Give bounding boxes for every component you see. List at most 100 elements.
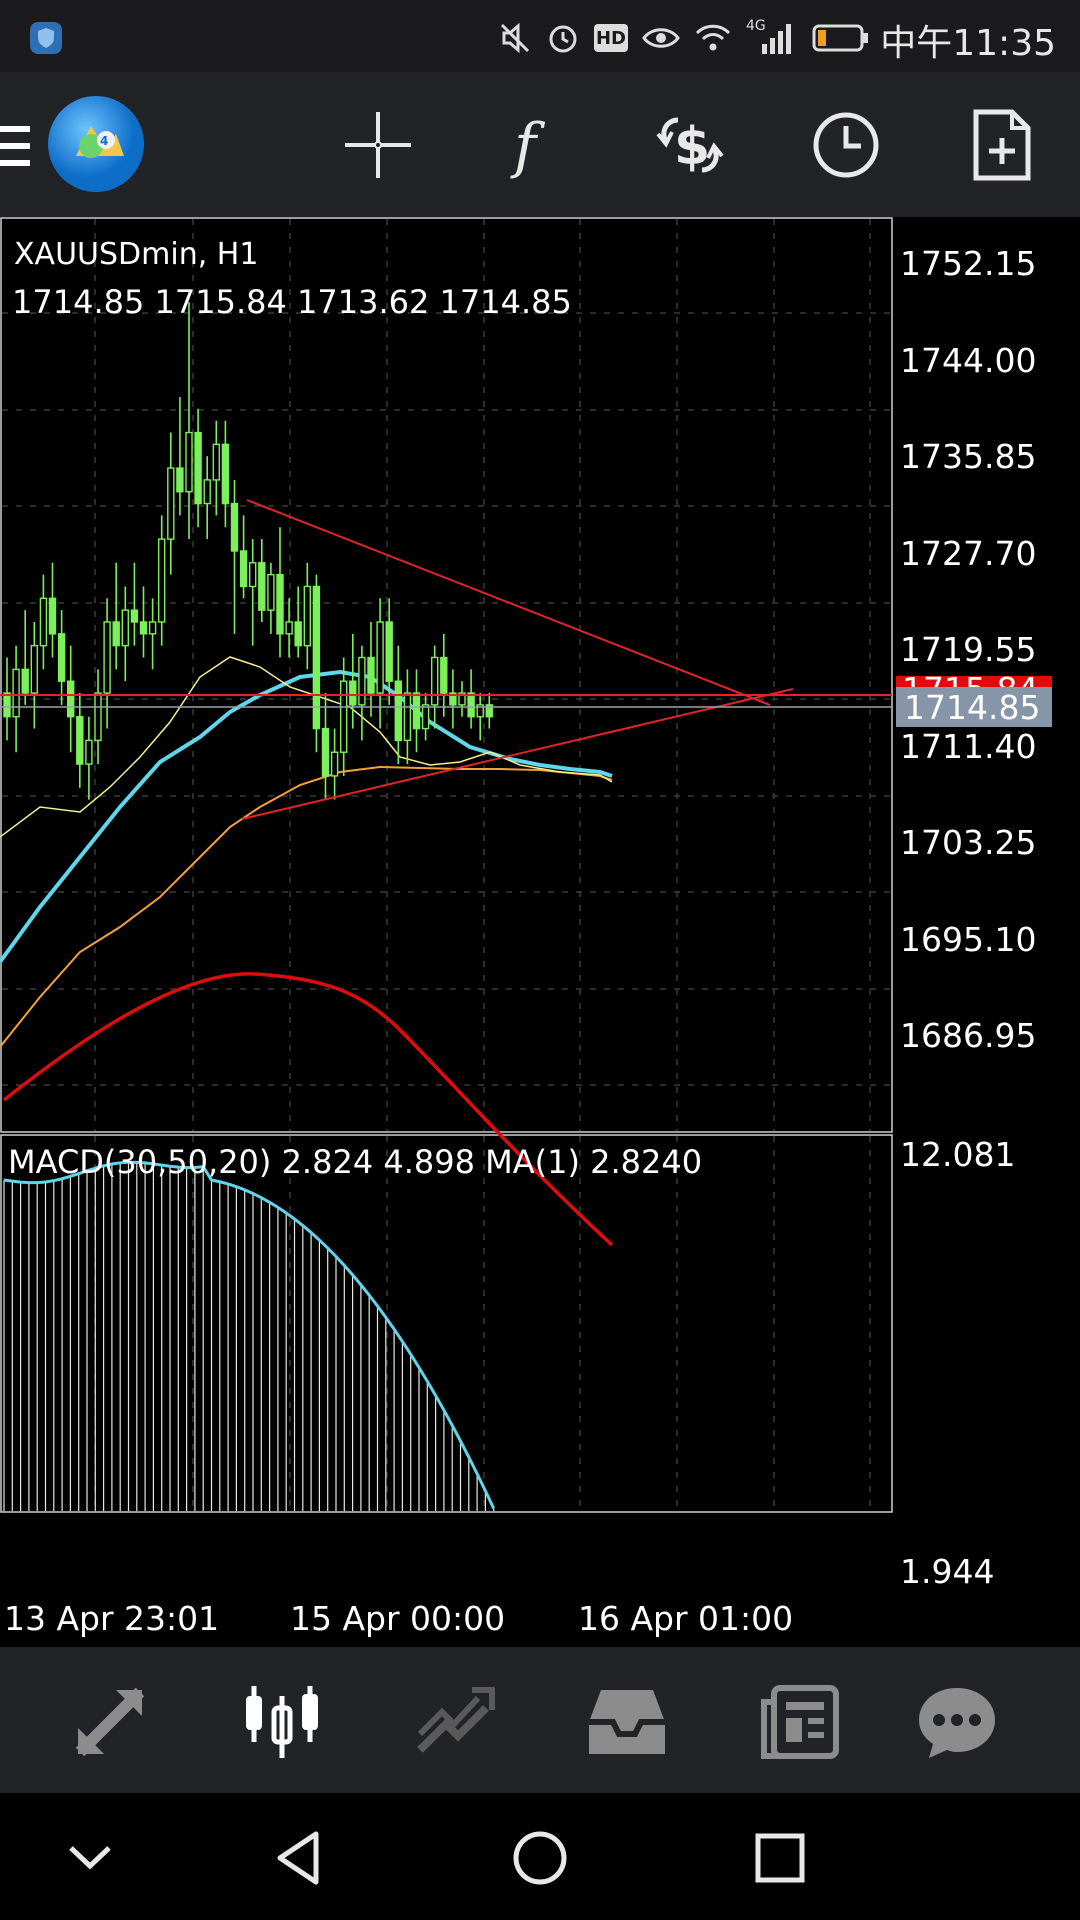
candle-body: [467, 692, 475, 718]
chart-area[interactable]: XAUUSDmin, H1 1714.85 1715.84 1713.62 17…: [0, 217, 1080, 1647]
candle-body: [376, 621, 384, 694]
function-icon: f: [510, 111, 546, 180]
candle-body: [30, 644, 38, 694]
battery-icon: [812, 24, 868, 52]
price-tick: 1752.15: [900, 244, 1037, 283]
status-bar: HD 4G 中午11:35: [0, 0, 1080, 72]
candle-body: [103, 621, 111, 694]
candle-body: [112, 621, 120, 647]
ma-slow-line: [0, 765, 613, 1048]
candle-body: [3, 692, 11, 718]
menu-icon[interactable]: [0, 122, 32, 170]
nav-chart[interactable]: [237, 1677, 327, 1767]
candle-body: [76, 716, 84, 765]
candle-body: [167, 467, 175, 540]
candle-body: [185, 431, 193, 493]
chat-icon: [919, 1688, 995, 1758]
nav-chat[interactable]: [912, 1677, 1002, 1767]
current-price-tag: 1714.85: [896, 687, 1052, 727]
macd-tick: 1.944: [900, 1552, 995, 1591]
candle-body: [248, 562, 257, 588]
eye-icon: [642, 28, 680, 48]
collapse-icon: [69, 1846, 111, 1870]
quotes-icon: [75, 1687, 145, 1757]
candle-body: [157, 538, 166, 623]
price-tick: 1719.55: [900, 630, 1037, 669]
candle-body: [48, 597, 57, 635]
candle-body: [130, 609, 139, 623]
price-tick: 1686.95: [900, 1016, 1037, 1055]
shield-icon: [30, 22, 62, 54]
history-icon: [589, 1690, 665, 1754]
recents-button[interactable]: [745, 1823, 815, 1893]
candle-body: [230, 502, 239, 552]
price-tick: 1735.85: [900, 437, 1037, 476]
wifi-icon: [695, 24, 731, 51]
candle-body: [121, 609, 130, 647]
toolbar: 4 f $: [0, 72, 1080, 217]
home-button[interactable]: [505, 1823, 575, 1893]
candle-body: [412, 692, 421, 730]
candle-body: [303, 585, 311, 647]
candle-body: [367, 656, 375, 694]
candle-body: [94, 692, 102, 742]
candle-body: [212, 443, 221, 481]
candle-body: [340, 680, 348, 753]
candle-body: [276, 573, 284, 635]
candle-body: [148, 621, 157, 635]
indicators-button[interactable]: f: [489, 100, 579, 190]
nav-history[interactable]: [582, 1677, 672, 1767]
candle-body: [431, 656, 439, 706]
candle-body: [39, 597, 48, 647]
chart-grid: [2, 219, 891, 1511]
macd-label: MACD(30,50,20) 2.824 4.898 MA(1) 2.8240: [8, 1143, 703, 1181]
candle-body: [267, 573, 275, 611]
crosshair-button[interactable]: [333, 100, 423, 190]
date-tick: 13 Apr 23:01: [4, 1599, 220, 1638]
back-button[interactable]: [263, 1823, 333, 1893]
macd-tick: 12.081: [900, 1135, 1016, 1174]
trade-button[interactable]: $: [645, 100, 735, 190]
new-document-button[interactable]: [957, 100, 1047, 190]
candle-body: [194, 431, 202, 505]
ma-mid-line: [0, 669, 613, 964]
svg-text:4: 4: [100, 134, 108, 148]
candle-body: [203, 479, 211, 505]
nav-quotes[interactable]: [65, 1677, 155, 1767]
price-tick: 1727.70: [900, 534, 1037, 573]
nav-news[interactable]: [755, 1677, 845, 1767]
svg-text:f: f: [510, 111, 546, 180]
ohlc-label: 1714.85 1715.84 1713.62 1714.85: [12, 283, 572, 321]
collapse-button[interactable]: [55, 1823, 125, 1893]
crosshair-icon: [345, 112, 411, 178]
timeframe-button[interactable]: [801, 100, 891, 190]
candle-body: [285, 621, 293, 635]
candle-body: [139, 621, 148, 635]
candle-body: [57, 633, 66, 682]
candle-body: [394, 680, 402, 742]
trade-icon: [417, 1687, 495, 1753]
price-tick: 1744.00: [900, 341, 1037, 380]
candle-body: [349, 680, 357, 706]
price-tick: 1703.25: [900, 823, 1037, 862]
price-tick: 1711.40: [900, 727, 1037, 766]
candle-body: [12, 668, 20, 718]
bottom-navigation: [0, 1647, 1080, 1793]
candle-body: [85, 739, 93, 765]
recents-icon: [755, 1833, 805, 1883]
mute-icon: [500, 22, 530, 54]
back-icon: [277, 1831, 319, 1885]
candle-body: [66, 680, 75, 718]
price-tick: 1695.10: [900, 920, 1037, 959]
clock-icon: [813, 112, 879, 178]
candle-body: [258, 562, 266, 611]
candle-body: [21, 668, 29, 694]
candle-body: [239, 550, 248, 588]
status-icons: HD 4G: [498, 18, 870, 58]
alarm-icon: [549, 25, 577, 53]
metatrader-logo[interactable]: 4: [46, 94, 146, 194]
trade-icon: $: [656, 117, 724, 177]
candle-body: [294, 621, 302, 647]
nav-trade[interactable]: [409, 1677, 499, 1767]
candle-body: [440, 656, 448, 694]
